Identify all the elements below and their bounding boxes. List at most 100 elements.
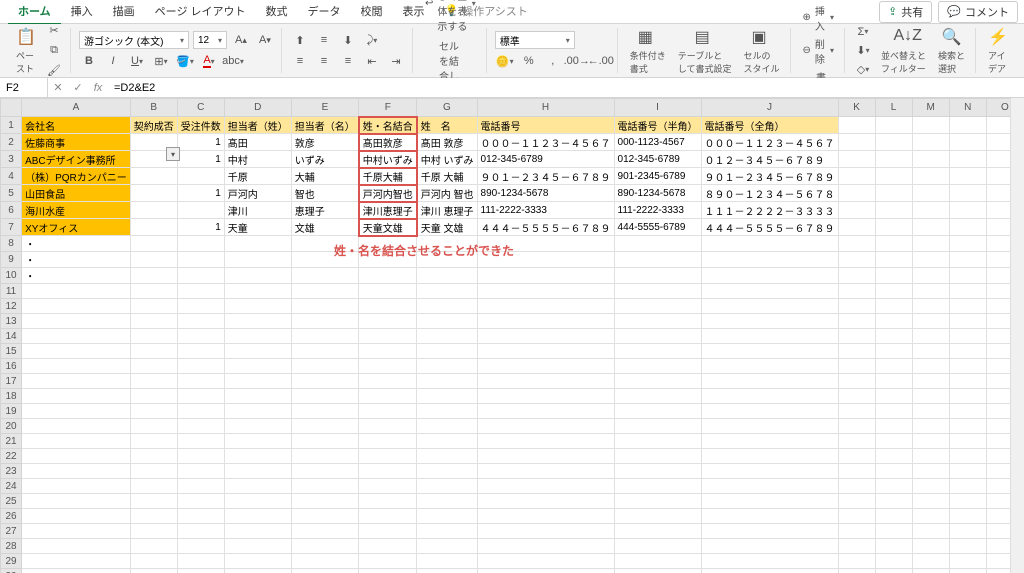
align-bottom-button[interactable]: ⬇ bbox=[338, 31, 358, 49]
cell-F25[interactable] bbox=[359, 494, 417, 509]
cell-D11[interactable] bbox=[224, 284, 291, 299]
cell-F21[interactable] bbox=[359, 434, 417, 449]
align-right-button[interactable]: ≡ bbox=[338, 52, 358, 70]
cell-F29[interactable] bbox=[359, 554, 417, 569]
cell-A4[interactable]: （株）PQRカンパニー bbox=[22, 168, 131, 185]
cell-H13[interactable] bbox=[477, 314, 614, 329]
cell-J26[interactable] bbox=[701, 509, 838, 524]
cell-E24[interactable] bbox=[291, 479, 359, 494]
comma-button[interactable]: , bbox=[543, 52, 563, 70]
cell-I8[interactable] bbox=[614, 236, 701, 252]
cell-H22[interactable] bbox=[477, 449, 614, 464]
cell-I23[interactable] bbox=[614, 464, 701, 479]
cell-M9[interactable] bbox=[912, 252, 949, 268]
cell-C1[interactable]: 受注件数 bbox=[177, 117, 224, 134]
cell-E5[interactable]: 智也 bbox=[291, 185, 359, 202]
spreadsheet-grid[interactable]: ABCDEFGHIJKLMNO1会社名契約成否受注件数担当者（姓）担当者（名）姓… bbox=[0, 98, 1024, 573]
cell-N1[interactable] bbox=[949, 117, 986, 134]
cell-B8[interactable] bbox=[130, 236, 177, 252]
cell-G11[interactable] bbox=[417, 284, 477, 299]
cell-H18[interactable] bbox=[477, 389, 614, 404]
cell-G26[interactable] bbox=[417, 509, 477, 524]
cell-E23[interactable] bbox=[291, 464, 359, 479]
cell-J1[interactable]: 電話番号（全角） bbox=[701, 117, 838, 134]
cell-G23[interactable] bbox=[417, 464, 477, 479]
comment-button[interactable]: 💬コメント bbox=[938, 1, 1018, 23]
cell-A2[interactable]: 佐藤商事 bbox=[22, 134, 131, 151]
cell-L12[interactable] bbox=[875, 299, 912, 314]
cell-G6[interactable]: 津川 恵理子 bbox=[417, 202, 477, 219]
cell-M18[interactable] bbox=[912, 389, 949, 404]
bold-button[interactable]: B bbox=[79, 52, 99, 70]
row-header-30[interactable]: 30 bbox=[1, 569, 22, 573]
cell-J16[interactable] bbox=[701, 359, 838, 374]
row-header-3[interactable]: 3 bbox=[1, 151, 22, 168]
cell-C24[interactable] bbox=[177, 479, 224, 494]
cell-G30[interactable] bbox=[417, 569, 477, 573]
autosum-button[interactable]: Σ▾ bbox=[853, 23, 873, 41]
row-header-18[interactable]: 18 bbox=[1, 389, 22, 404]
cell-H19[interactable] bbox=[477, 404, 614, 419]
cell-E6[interactable]: 恵理子 bbox=[291, 202, 359, 219]
cell-H1[interactable]: 電話番号 bbox=[477, 117, 614, 134]
cell-D30[interactable] bbox=[224, 569, 291, 573]
cell-N9[interactable] bbox=[949, 252, 986, 268]
cell-C12[interactable] bbox=[177, 299, 224, 314]
cell-C26[interactable] bbox=[177, 509, 224, 524]
fill-button[interactable]: ⬇▾ bbox=[853, 42, 873, 60]
cell-F19[interactable] bbox=[359, 404, 417, 419]
cell-B16[interactable] bbox=[130, 359, 177, 374]
cell-B25[interactable] bbox=[130, 494, 177, 509]
tab-insert[interactable]: 挿入 bbox=[61, 0, 103, 25]
cell-A18[interactable] bbox=[22, 389, 131, 404]
cell-B23[interactable] bbox=[130, 464, 177, 479]
cell-J14[interactable] bbox=[701, 329, 838, 344]
fx-button[interactable]: fx bbox=[88, 82, 108, 94]
cell-K26[interactable] bbox=[838, 509, 875, 524]
indent-inc-button[interactable]: ⇥ bbox=[386, 52, 406, 70]
cell-F16[interactable] bbox=[359, 359, 417, 374]
cell-H20[interactable] bbox=[477, 419, 614, 434]
cell-N20[interactable] bbox=[949, 419, 986, 434]
cell-I28[interactable] bbox=[614, 539, 701, 554]
cell-E28[interactable] bbox=[291, 539, 359, 554]
cell-B29[interactable] bbox=[130, 554, 177, 569]
cell-F3[interactable]: 中村いずみ bbox=[359, 151, 417, 168]
cell-L24[interactable] bbox=[875, 479, 912, 494]
cell-I27[interactable] bbox=[614, 524, 701, 539]
increase-font-button[interactable]: A▴ bbox=[231, 31, 251, 49]
copy-button[interactable]: ⧉ bbox=[44, 42, 64, 60]
cell-B12[interactable] bbox=[130, 299, 177, 314]
indent-dec-button[interactable]: ⇤ bbox=[362, 52, 382, 70]
cell-C2[interactable]: 1 bbox=[177, 134, 224, 151]
row-header-16[interactable]: 16 bbox=[1, 359, 22, 374]
cell-B10[interactable] bbox=[130, 268, 177, 284]
row-header-6[interactable]: 6 bbox=[1, 202, 22, 219]
cell-E2[interactable]: 敦彦 bbox=[291, 134, 359, 151]
cell-N21[interactable] bbox=[949, 434, 986, 449]
phonetic-button[interactable]: abc▾ bbox=[223, 52, 243, 70]
cell-A12[interactable] bbox=[22, 299, 131, 314]
cell-L30[interactable] bbox=[875, 569, 912, 573]
cell-H23[interactable] bbox=[477, 464, 614, 479]
cell-J10[interactable] bbox=[701, 268, 838, 284]
formula-input[interactable]: =D2&E2 bbox=[108, 82, 1024, 94]
cell-I29[interactable] bbox=[614, 554, 701, 569]
row-header-8[interactable]: 8 bbox=[1, 236, 22, 252]
cell-F27[interactable] bbox=[359, 524, 417, 539]
cell-F2[interactable]: 髙田敦彦 bbox=[359, 134, 417, 151]
font-name-select[interactable]: 游ゴシック (本文)▾ bbox=[79, 31, 189, 49]
cell-L7[interactable] bbox=[875, 219, 912, 236]
row-header-2[interactable]: 2 bbox=[1, 134, 22, 151]
cell-I15[interactable] bbox=[614, 344, 701, 359]
cell-D7[interactable]: 天童 bbox=[224, 219, 291, 236]
cell-A19[interactable] bbox=[22, 404, 131, 419]
cell-M14[interactable] bbox=[912, 329, 949, 344]
cell-J4[interactable]: ９０１－２３４５－６７８９ bbox=[701, 168, 838, 185]
cell-B14[interactable] bbox=[130, 329, 177, 344]
cell-K6[interactable] bbox=[838, 202, 875, 219]
cell-N30[interactable] bbox=[949, 569, 986, 573]
cell-I13[interactable] bbox=[614, 314, 701, 329]
cell-L14[interactable] bbox=[875, 329, 912, 344]
cell-C22[interactable] bbox=[177, 449, 224, 464]
